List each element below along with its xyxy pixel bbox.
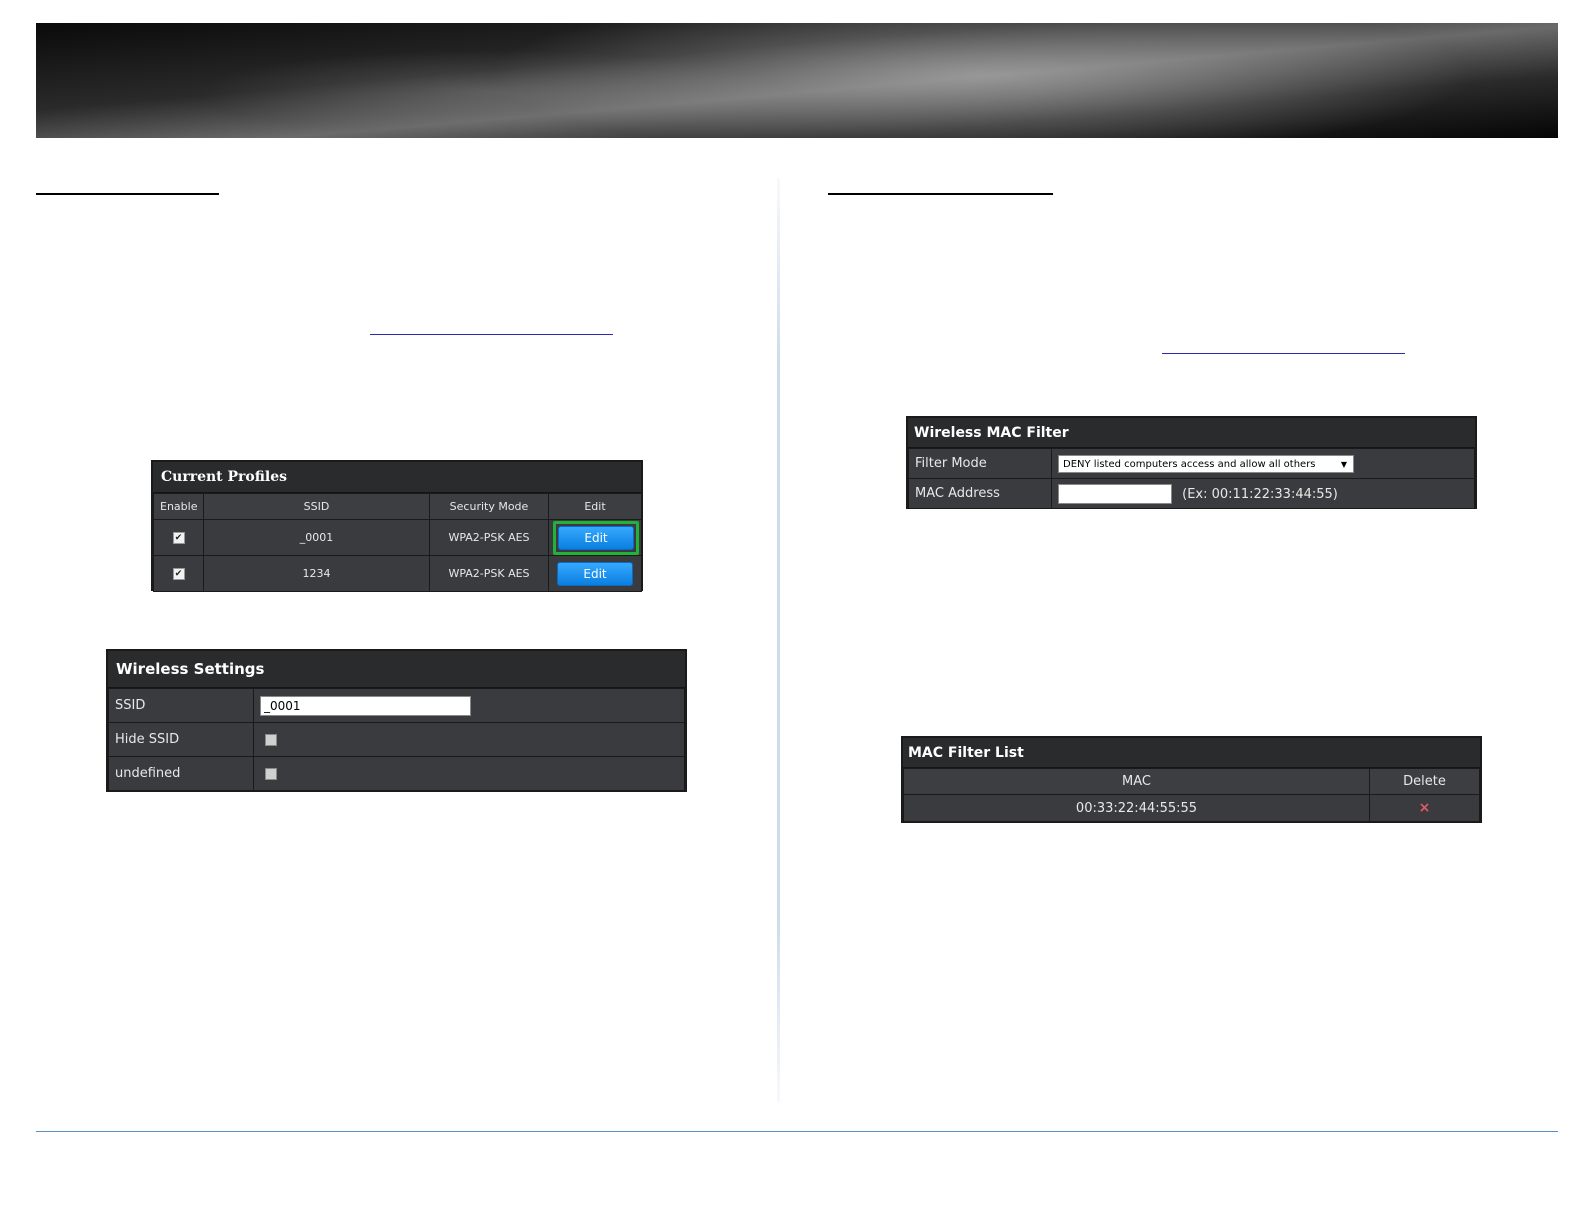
current-profiles-panel: Current Profiles Enable SSID Security Mo… <box>151 460 643 592</box>
hide-ssid-row: Hide SSID <box>108 722 685 757</box>
current-profiles-title: Current Profiles <box>153 462 641 493</box>
chevron-down-icon: ▼ <box>1340 459 1347 469</box>
mac-list-header-row: MAC Delete <box>903 768 1480 795</box>
ssid-row: SSID <box>108 688 685 723</box>
undefined-label: undefined <box>108 756 254 791</box>
table-row: ✔ 1234 WPA2-PSK AES Edit <box>153 555 642 592</box>
hide-ssid-checkbox[interactable] <box>265 733 277 746</box>
column-header-delete: Delete <box>1369 768 1480 795</box>
edit-highlight: Edit <box>553 520 639 555</box>
filter-mode-row: Filter Mode DENY listed computers access… <box>908 448 1475 479</box>
wireless-mac-filter-panel: Wireless MAC Filter Filter Mode DENY lis… <box>906 416 1477 509</box>
mac-address-input[interactable] <box>1058 483 1172 504</box>
undefined-checkbox[interactable] <box>265 767 277 780</box>
mac-filter-list-table: MAC Delete 00:33:22:44:55:55 × <box>903 768 1480 822</box>
wireless-settings-title: Wireless Settings <box>108 651 685 688</box>
ssid-label: SSID <box>108 688 254 723</box>
undefined-row: undefined <box>108 756 685 791</box>
mac-address-hint: (Ex: 00:11:22:33:44:55) <box>1182 486 1338 502</box>
wireless-settings-panel: Wireless Settings SSID Hide SSID undefin… <box>106 649 687 792</box>
profile-ssid: 1234 <box>203 555 430 592</box>
column-header-mac: MAC <box>903 768 1370 795</box>
column-header-ssid: SSID <box>203 493 430 520</box>
mac-address-row: MAC Address (Ex: 00:11:22:33:44:55) <box>908 478 1475 509</box>
enable-checkbox[interactable]: ✔ <box>172 568 185 580</box>
mac-address-label: MAC Address <box>908 478 1052 509</box>
mac-filter-list-title: MAC Filter List <box>903 738 1480 768</box>
column-header-edit: Edit <box>548 493 642 520</box>
profile-security-mode: WPA2-PSK AES <box>429 555 549 592</box>
left-heading-rule <box>36 193 219 195</box>
hide-ssid-label: Hide SSID <box>108 722 254 757</box>
filter-mode-label: Filter Mode <box>908 448 1052 479</box>
filter-mode-select[interactable]: DENY listed computers access and allow a… <box>1058 454 1354 473</box>
enable-checkbox[interactable]: ✔ <box>172 532 185 544</box>
column-divider <box>777 178 780 1103</box>
edit-button[interactable]: Edit <box>557 561 633 586</box>
footer-rule <box>36 1131 1558 1132</box>
profiles-table: Enable SSID Security Mode Edit ✔ _0001 W… <box>153 493 642 592</box>
profiles-header-row: Enable SSID Security Mode Edit <box>153 493 642 520</box>
profile-ssid: _0001 <box>203 519 430 556</box>
delete-icon[interactable]: × <box>1419 800 1431 816</box>
header-banner <box>36 23 1558 138</box>
filter-mode-value: DENY listed computers access and allow a… <box>1063 458 1316 470</box>
edit-button[interactable]: Edit <box>558 525 634 550</box>
profile-security-mode: WPA2-PSK AES <box>429 519 549 556</box>
mac-filter-title: Wireless MAC Filter <box>908 418 1475 448</box>
right-heading-rule <box>828 193 1053 195</box>
column-header-security-mode: Security Mode <box>429 493 549 520</box>
left-link-underline[interactable] <box>370 334 613 335</box>
ssid-input[interactable] <box>260 695 471 716</box>
mac-entry: 00:33:22:44:55:55 <box>903 794 1370 822</box>
mac-filter-table: Filter Mode DENY listed computers access… <box>908 448 1475 509</box>
table-row: ✔ _0001 WPA2-PSK AES Edit <box>153 519 642 556</box>
column-header-enable: Enable <box>153 493 204 520</box>
table-row: 00:33:22:44:55:55 × <box>903 794 1480 822</box>
wireless-settings-table: SSID Hide SSID undefined <box>108 688 685 791</box>
mac-filter-list-panel: MAC Filter List MAC Delete 00:33:22:44:5… <box>901 736 1482 823</box>
right-link-underline[interactable] <box>1162 353 1405 354</box>
